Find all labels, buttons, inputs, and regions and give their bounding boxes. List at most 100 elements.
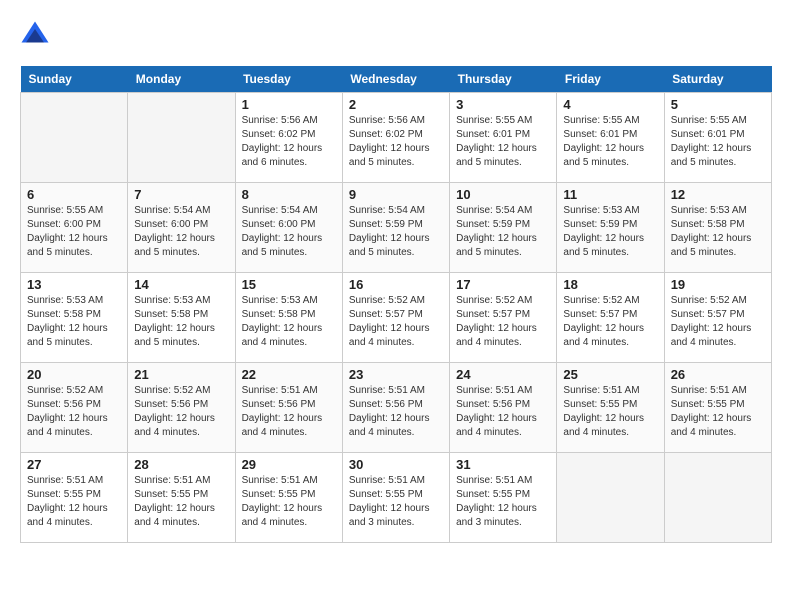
calendar-cell: 14Sunrise: 5:53 AM Sunset: 5:58 PM Dayli… (128, 273, 235, 363)
calendar-cell: 31 Sunrise: 5:51 AM Sunset: 5:55 PM Dayli… (450, 453, 557, 543)
calendar-week-row: 6 Sunrise: 5:55 AM Sunset: 6:00 PM Daylig… (21, 183, 772, 273)
day-info: Sunrise: 5:54 AM Sunset: 6:00 PM Dayligh… (242, 204, 336, 260)
day-info: Sunrise: 5:54 AM Sunset: 5:59 PM Dayligh… (456, 204, 550, 260)
day-of-week-header: Friday (557, 66, 664, 93)
calendar-cell: 30Sunrise: 5:51 AM Sunset: 5:55 PM Dayli… (342, 453, 449, 543)
day-info: Sunrise: 5:54 AM Sunset: 5:59 PM Dayligh… (349, 204, 443, 260)
day-number: 5 (671, 97, 765, 112)
day-of-week-header: Tuesday (235, 66, 342, 93)
day-number: 7 (134, 187, 228, 202)
day-of-week-header: Saturday (664, 66, 771, 93)
calendar-cell (664, 453, 771, 543)
day-of-week-header: Sunday (21, 66, 128, 93)
day-info: Sunrise: 5:52 AM Sunset: 5:57 PM Dayligh… (671, 294, 765, 350)
day-number: 4 (563, 97, 657, 112)
day-number: 25 (563, 367, 657, 382)
day-info: Sunrise: 5:52 AM Sunset: 5:57 PM Dayligh… (349, 294, 443, 350)
day-number: 23 (349, 367, 443, 382)
day-info: Sunrise: 5:52 AM Sunset: 5:57 PM Dayligh… (563, 294, 657, 350)
calendar-cell: 23 Sunrise: 5:51 AM Sunset: 5:56 PM Dayli… (342, 363, 449, 453)
day-number: 17 (456, 277, 550, 292)
day-info: Sunrise: 5:53 AM Sunset: 5:59 PM Dayligh… (563, 204, 657, 260)
calendar-cell: 29 Sunrise: 5:51 AM Sunset: 5:55 PM Dayli… (235, 453, 342, 543)
logo-icon (20, 20, 50, 50)
day-info: Sunrise: 5:51 AM Sunset: 5:55 PM Dayligh… (242, 474, 336, 530)
calendar-cell: 11 Sunrise: 5:53 AM Sunset: 5:59 PM Dayli… (557, 183, 664, 273)
calendar-cell: 19Sunrise: 5:52 AM Sunset: 5:57 PM Dayli… (664, 273, 771, 363)
day-info: Sunrise: 5:51 AM Sunset: 5:55 PM Dayligh… (671, 384, 765, 440)
calendar-cell: 8 Sunrise: 5:54 AM Sunset: 6:00 PM Daylig… (235, 183, 342, 273)
day-of-week-header: Thursday (450, 66, 557, 93)
calendar-week-row: 20 Sunrise: 5:52 AM Sunset: 5:56 PM Dayli… (21, 363, 772, 453)
day-number: 22 (242, 367, 336, 382)
day-info: Sunrise: 5:56 AM Sunset: 6:02 PM Dayligh… (349, 114, 443, 170)
day-info: Sunrise: 5:52 AM Sunset: 5:56 PM Dayligh… (27, 384, 121, 440)
day-number: 18 (563, 277, 657, 292)
day-number: 9 (349, 187, 443, 202)
day-number: 8 (242, 187, 336, 202)
calendar-cell: 1 Sunrise: 5:56 AM Sunset: 6:02 PM Daylig… (235, 93, 342, 183)
day-number: 31 (456, 457, 550, 472)
day-number: 20 (27, 367, 121, 382)
calendar-cell: 28 Sunrise: 5:51 AM Sunset: 5:55 PM Dayli… (128, 453, 235, 543)
day-info: Sunrise: 5:51 AM Sunset: 5:55 PM Dayligh… (134, 474, 228, 530)
day-number: 13 (27, 277, 121, 292)
day-number: 21 (134, 367, 228, 382)
calendar-cell: 13 Sunrise: 5:53 AM Sunset: 5:58 PM Dayli… (21, 273, 128, 363)
day-number: 16 (349, 277, 443, 292)
calendar-cell: 7 Sunrise: 5:54 AM Sunset: 6:00 PM Daylig… (128, 183, 235, 273)
day-info: Sunrise: 5:51 AM Sunset: 5:55 PM Dayligh… (456, 474, 550, 530)
day-info: Sunrise: 5:53 AM Sunset: 5:58 PM Dayligh… (134, 294, 228, 350)
day-info: Sunrise: 5:51 AM Sunset: 5:56 PM Dayligh… (242, 384, 336, 440)
calendar-cell: 20 Sunrise: 5:52 AM Sunset: 5:56 PM Dayli… (21, 363, 128, 453)
day-of-week-header: Monday (128, 66, 235, 93)
calendar-week-row: 1 Sunrise: 5:56 AM Sunset: 6:02 PM Daylig… (21, 93, 772, 183)
day-info: Sunrise: 5:51 AM Sunset: 5:56 PM Dayligh… (349, 384, 443, 440)
day-number: 28 (134, 457, 228, 472)
calendar-cell: 21Sunrise: 5:52 AM Sunset: 5:56 PM Dayli… (128, 363, 235, 453)
logo (20, 20, 54, 50)
day-number: 11 (563, 187, 657, 202)
day-number: 1 (242, 97, 336, 112)
day-info: Sunrise: 5:54 AM Sunset: 6:00 PM Dayligh… (134, 204, 228, 260)
calendar-cell: 27 Sunrise: 5:51 AM Sunset: 5:55 PM Dayli… (21, 453, 128, 543)
calendar-cell: 3Sunrise: 5:55 AM Sunset: 6:01 PM Daylig… (450, 93, 557, 183)
day-info: Sunrise: 5:52 AM Sunset: 5:57 PM Dayligh… (456, 294, 550, 350)
day-number: 29 (242, 457, 336, 472)
day-info: Sunrise: 5:51 AM Sunset: 5:56 PM Dayligh… (456, 384, 550, 440)
day-number: 12 (671, 187, 765, 202)
calendar-cell: 24Sunrise: 5:51 AM Sunset: 5:56 PM Dayli… (450, 363, 557, 453)
day-info: Sunrise: 5:55 AM Sunset: 6:01 PM Dayligh… (671, 114, 765, 170)
day-info: Sunrise: 5:51 AM Sunset: 5:55 PM Dayligh… (27, 474, 121, 530)
day-info: Sunrise: 5:55 AM Sunset: 6:01 PM Dayligh… (563, 114, 657, 170)
day-number: 27 (27, 457, 121, 472)
calendar-cell: 10Sunrise: 5:54 AM Sunset: 5:59 PM Dayli… (450, 183, 557, 273)
calendar-cell: 12 Sunrise: 5:53 AM Sunset: 5:58 PM Dayli… (664, 183, 771, 273)
calendar-header-row: SundayMondayTuesdayWednesdayThursdayFrid… (21, 66, 772, 93)
calendar-cell: 5 Sunrise: 5:55 AM Sunset: 6:01 PM Daylig… (664, 93, 771, 183)
day-info: Sunrise: 5:56 AM Sunset: 6:02 PM Dayligh… (242, 114, 336, 170)
calendar-table: SundayMondayTuesdayWednesdayThursdayFrid… (20, 66, 772, 543)
day-info: Sunrise: 5:53 AM Sunset: 5:58 PM Dayligh… (242, 294, 336, 350)
calendar-cell: 4 Sunrise: 5:55 AM Sunset: 6:01 PM Daylig… (557, 93, 664, 183)
day-info: Sunrise: 5:53 AM Sunset: 5:58 PM Dayligh… (27, 294, 121, 350)
day-number: 2 (349, 97, 443, 112)
day-number: 15 (242, 277, 336, 292)
calendar-cell: 18 Sunrise: 5:52 AM Sunset: 5:57 PM Dayli… (557, 273, 664, 363)
calendar-week-row: 27 Sunrise: 5:51 AM Sunset: 5:55 PM Dayli… (21, 453, 772, 543)
day-number: 6 (27, 187, 121, 202)
calendar-cell: 26 Sunrise: 5:51 AM Sunset: 5:55 PM Dayli… (664, 363, 771, 453)
calendar-week-row: 13 Sunrise: 5:53 AM Sunset: 5:58 PM Dayli… (21, 273, 772, 363)
calendar-cell: 6 Sunrise: 5:55 AM Sunset: 6:00 PM Daylig… (21, 183, 128, 273)
day-info: Sunrise: 5:53 AM Sunset: 5:58 PM Dayligh… (671, 204, 765, 260)
day-number: 26 (671, 367, 765, 382)
calendar-cell: 25 Sunrise: 5:51 AM Sunset: 5:55 PM Dayli… (557, 363, 664, 453)
day-info: Sunrise: 5:51 AM Sunset: 5:55 PM Dayligh… (563, 384, 657, 440)
calendar-cell: 16 Sunrise: 5:52 AM Sunset: 5:57 PM Dayli… (342, 273, 449, 363)
calendar-cell: 17 Sunrise: 5:52 AM Sunset: 5:57 PM Dayli… (450, 273, 557, 363)
day-info: Sunrise: 5:55 AM Sunset: 6:00 PM Dayligh… (27, 204, 121, 260)
calendar-cell: 9 Sunrise: 5:54 AM Sunset: 5:59 PM Daylig… (342, 183, 449, 273)
calendar-cell: 2 Sunrise: 5:56 AM Sunset: 6:02 PM Daylig… (342, 93, 449, 183)
calendar-cell: 22 Sunrise: 5:51 AM Sunset: 5:56 PM Dayli… (235, 363, 342, 453)
day-info: Sunrise: 5:55 AM Sunset: 6:01 PM Dayligh… (456, 114, 550, 170)
